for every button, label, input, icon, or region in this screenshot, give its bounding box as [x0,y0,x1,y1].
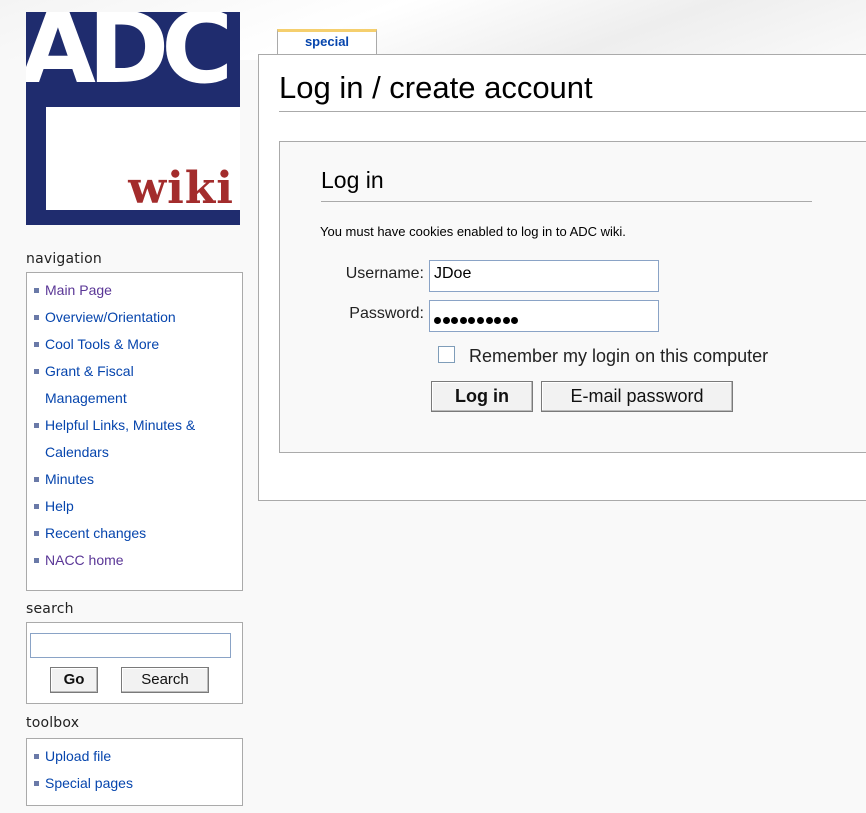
login-divider [321,201,812,202]
navigation-title: navigation [26,251,102,267]
email-password-button[interactable]: E-mail password [541,381,733,412]
search-button[interactable]: Search [121,667,209,693]
password-label: Password: [349,305,424,322]
navigation-portlet: Main Page Overview/Orientation Cool Tool… [26,272,243,591]
password-mask-dot [511,317,519,325]
username-field[interactable]: JDoe [429,260,659,292]
toolbox-item-upload-file[interactable]: Upload file [31,743,242,770]
nav-item-nacc-home[interactable]: NACC home [31,547,242,574]
nav-item-minutes[interactable]: Minutes [31,466,242,493]
go-button[interactable]: Go [50,667,98,693]
toolbox-portlet: Upload file Special pages [26,738,243,806]
nav-item-helpful-links[interactable]: Helpful Links, Minutes & Calendars [31,412,235,466]
site-logo[interactable]: ADC wiki [26,12,240,225]
search-input[interactable] [30,633,231,658]
password-mask-dot [459,317,467,325]
toolbox-item-special-pages[interactable]: Special pages [31,770,242,797]
nav-item-overview[interactable]: Overview/Orientation [31,304,242,331]
password-mask-dot [485,317,493,325]
password-mask-dot [494,317,502,325]
logo-panel: wiki [46,107,240,214]
search-title: search [26,601,74,617]
remember-checkbox[interactable] [438,346,455,363]
title-divider [279,111,866,112]
nav-item-help[interactable]: Help [31,493,242,520]
nav-item-main-page[interactable]: Main Page [31,277,242,304]
logo-letters: ADC [26,12,233,106]
tab-special[interactable]: special [277,29,377,54]
search-portlet: Go Search [26,622,243,704]
password-mask-dot [451,317,459,325]
password-mask-dot [434,317,441,325]
password-field[interactable] [429,300,659,332]
cookie-message: You must have cookies enabled to log in … [320,224,626,239]
remember-label: Remember my login on this computer [469,346,769,366]
toolbox-list: Upload file Special pages [27,739,242,797]
navigation-list: Main Page Overview/Orientation Cool Tool… [27,273,242,574]
nav-item-grant-fiscal[interactable]: Grant & Fiscal Management [31,358,195,412]
nav-item-recent-changes[interactable]: Recent changes [31,520,242,547]
password-mask-dot [476,317,484,325]
nav-item-cool-tools[interactable]: Cool Tools & More [31,331,242,358]
login-heading: Log in [321,167,384,193]
login-button[interactable]: Log in [431,381,533,412]
password-mask-dot [502,317,510,325]
page-title: Log in / create account [279,70,593,105]
username-label: Username: [345,265,424,282]
logo-wiki-text: wiki [128,163,234,214]
password-mask-dot [468,317,476,325]
toolbox-title: toolbox [26,715,80,731]
password-mask-dot [442,317,450,325]
